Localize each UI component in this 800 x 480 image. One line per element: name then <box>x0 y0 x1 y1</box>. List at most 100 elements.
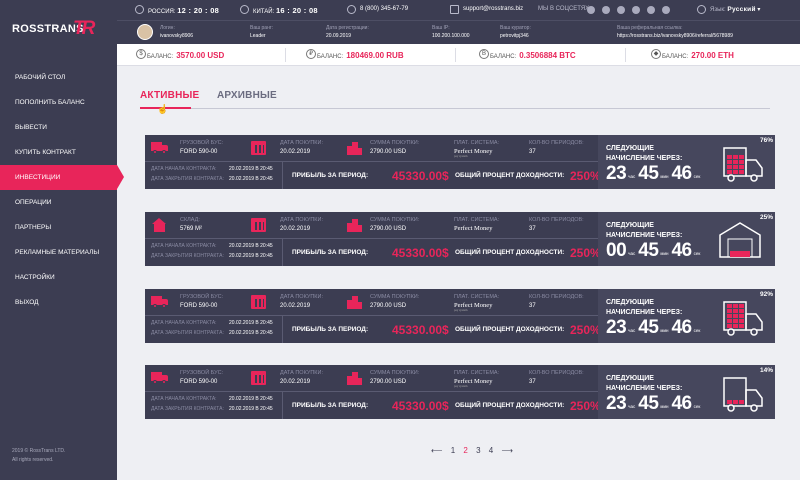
yield-label: ОБЩИЙ ПРОЦЕНТ ДОХОДНОСТИ: <box>455 402 565 409</box>
sidebar-item-partners[interactable]: ПАРТНЕРЫ <box>0 215 117 240</box>
next-accrual-label: СЛЕДУЮЩИЕ НАЧИСЛЕНИЕ ЧЕРЕЗ: <box>606 145 683 162</box>
profit-label: ПРИБЫЛЬ ЗА ПЕРИОД: <box>292 172 369 179</box>
sidebar-nav: РАБОЧИЙ СТОЛ ПОПОЛНИТЬ БАЛАНС ВЫВЕСТИ КУ… <box>0 65 124 315</box>
building-icon <box>347 372 362 385</box>
loaded-truck-icon <box>714 140 766 184</box>
yield-label: ОБЩИЙ ПРОЦЕНТ ДОХОДНОСТИ: <box>455 326 565 333</box>
next-accrual-panel: СЛЕДУЮЩИЕ НАЧИСЛЕНИЕ ЧЕРЕЗ: 23 час 45 мин 46 с… <box>598 289 775 343</box>
asset-type-label: ГРУЗОВОЙ БУС: <box>180 294 224 300</box>
ethereum-icon: ◆ <box>651 49 661 59</box>
prev-page-arrow-icon[interactable]: ⟵ <box>431 446 442 455</box>
periods-label: КОЛ-ВО ПЕРИОДОВ: <box>529 370 584 376</box>
calendar-icon <box>251 218 266 232</box>
balance-bar: $ БАЛАНС: 3570.00 USD ₽ БАЛАНС: 180469.00 RU… <box>117 44 800 66</box>
globe-icon <box>697 5 706 14</box>
end-date-value: 20.02.2019 В 20:45 <box>229 406 273 412</box>
pagination: ⟵ 1 2 3 4 ⟶ <box>428 446 516 455</box>
language-selector[interactable]: Язык: Русский ▾ <box>710 6 760 13</box>
yield-value: 250% <box>570 399 601 413</box>
profit-value: 45330.00$ <box>392 399 449 413</box>
truck-icon <box>151 142 168 154</box>
sidebar-item-operations[interactable]: ОПЕРАЦИИ <box>0 190 117 215</box>
tab-active[interactable]: АКТИВНЫЕ <box>140 90 199 101</box>
china-time: 16 : 20 : 08 <box>275 6 318 15</box>
start-date-label: ДАТА НАЧАЛА КОНТРАКТА: <box>151 320 217 326</box>
user-info-bar: Логин: ivanovsky8906 Ваш ранг: Leader Дата… <box>117 20 800 44</box>
countdown-timer: 00 час 45 мин 46 сек <box>606 240 701 261</box>
timer-hours: 23 <box>606 393 627 414</box>
calendar-icon <box>251 371 266 385</box>
purchase-sum-value: 2790.00 USD <box>370 149 407 155</box>
timer-minutes: 45 <box>638 163 659 184</box>
telegram-icon[interactable] <box>662 6 670 14</box>
purchase-date-label: ДАТА ПОКУПКИ: <box>280 370 323 376</box>
profit-label: ПРИБЫЛЬ ЗА ПЕРИОД: <box>292 402 369 409</box>
sidebar-item-buy-contract[interactable]: КУПИТЬ КОНТРАКТ <box>0 140 117 165</box>
start-date-value: 20.02.2019 В 20:45 <box>229 243 273 249</box>
fill-percent: 14% <box>759 367 773 374</box>
tab-divider <box>140 108 770 109</box>
sidebar-item-dashboard[interactable]: РАБОЧИЙ СТОЛ <box>0 65 117 90</box>
start-date-label: ДАТА НАЧАЛА КОНТРАКТА: <box>151 166 217 172</box>
next-page-arrow-icon[interactable]: ⟶ <box>501 446 512 455</box>
investment-card[interactable]: ГРУЗОВОЙ БУС: FORD 590-00 ДАТА ПОКУПКИ: 20.… <box>145 365 775 419</box>
youtube-icon[interactable] <box>647 6 655 14</box>
periods-value: 37 <box>529 226 536 232</box>
countdown-timer: 23 час 45 мин 46 сек <box>606 393 701 414</box>
facebook-icon[interactable] <box>602 6 610 14</box>
sidebar-item-settings[interactable]: НАСТРОЙКИ <box>0 265 117 290</box>
bitcoin-icon: B <box>479 49 489 59</box>
profit-value: 45330.00$ <box>392 246 449 260</box>
tab-archive[interactable]: АРХИВНЫЕ <box>217 90 277 101</box>
avatar[interactable] <box>137 24 153 40</box>
sidebar-item-logout[interactable]: ВЫХОД <box>0 290 117 315</box>
purchase-sum-label: СУММА ПОКУПКИ: <box>370 294 420 300</box>
clock-icon <box>135 5 144 14</box>
asset-type-value: 5769 М² <box>180 226 203 232</box>
fill-percent: 25% <box>759 214 773 221</box>
truck-icon <box>151 372 168 384</box>
purchase-sum-value: 2790.00 USD <box>370 226 407 232</box>
sidebar-item-deposit[interactable]: ПОПОЛНИТЬ БАЛАНС <box>0 90 117 115</box>
investment-card[interactable]: СКЛАД: 5769 М² ДАТА ПОКУПКИ: 20.02.2019 СУММ… <box>145 212 775 266</box>
warehouse-icon <box>152 218 167 232</box>
profit-value: 45330.00$ <box>392 169 449 183</box>
support-phone[interactable]: 8 (800) 345-67-79 <box>360 6 408 12</box>
profit-label: ПРИБЫЛЬ ЗА ПЕРИОД: <box>292 326 369 333</box>
chevron-down-icon: ▾ <box>757 7 761 13</box>
asset-type-value: FORD 590-00 <box>180 149 218 155</box>
vk-icon[interactable] <box>587 6 595 14</box>
building-icon <box>347 142 362 155</box>
asset-type-label: СКЛАД: <box>180 217 200 223</box>
sidebar-item-investments[interactable]: ИНВЕСТИЦИИ <box>0 165 124 190</box>
referral-link[interactable]: https://rosstrans.biz/ivanovsky8906/refe… <box>617 32 733 40</box>
end-date-value: 20.02.2019 В 20:45 <box>229 176 273 182</box>
page-3[interactable]: 3 <box>476 446 480 455</box>
sidebar-item-withdraw[interactable]: ВЫВЕСТИ <box>0 115 117 140</box>
sidebar-item-promo[interactable]: РЕКЛАМНЫЕ МАТЕРИАЛЫ <box>0 240 117 265</box>
china-label: КИТАЙ: <box>253 9 275 15</box>
user-login: ivanovsky8906 <box>160 33 194 39</box>
investment-card[interactable]: ГРУЗОВОЙ БУС: FORD 590-00 ДАТА ПОКУПКИ: 20.… <box>145 135 775 189</box>
page-4[interactable]: 4 <box>489 446 493 455</box>
profit-label: ПРИБЫЛЬ ЗА ПЕРИОД: <box>292 249 369 256</box>
instagram-icon[interactable] <box>617 6 625 14</box>
timer-hours: 23 <box>606 163 627 184</box>
support-email[interactable]: support@rosstrans.biz <box>463 6 523 12</box>
next-accrual-label: СЛЕДУЮЩИЕ НАЧИСЛЕНИЕ ЧЕРЕЗ: <box>606 222 683 239</box>
fill-percent: 92% <box>759 291 773 298</box>
yield-label: ОБЩИЙ ПРОЦЕНТ ДОХОДНОСТИ: <box>455 172 565 179</box>
building-icon <box>347 219 362 232</box>
yield-value: 250% <box>570 323 601 337</box>
pay-system-label: ПЛАТ. СИСТЕМА: <box>454 140 500 146</box>
ruble-icon: ₽ <box>306 49 316 59</box>
page-2[interactable]: 2 <box>463 446 467 455</box>
purchase-date-value: 20.02.2019 <box>280 149 311 155</box>
pay-system-label: ПЛАТ. СИСТЕМА: <box>454 294 500 300</box>
next-accrual-panel: СЛЕДУЮЩИЕ НАЧИСЛЕНИЕ ЧЕРЕЗ: 23 час 45 мин 46 с… <box>598 135 775 189</box>
purchase-sum-label: СУММА ПОКУПКИ: <box>370 140 420 146</box>
investment-card[interactable]: ГРУЗОВОЙ БУС: FORD 590-00 ДАТА ПОКУПКИ: 20.… <box>145 289 775 343</box>
page-1[interactable]: 1 <box>451 446 455 455</box>
perfect-money-logo: Perfect Money pay system <box>454 302 493 312</box>
twitter-icon[interactable] <box>632 6 640 14</box>
